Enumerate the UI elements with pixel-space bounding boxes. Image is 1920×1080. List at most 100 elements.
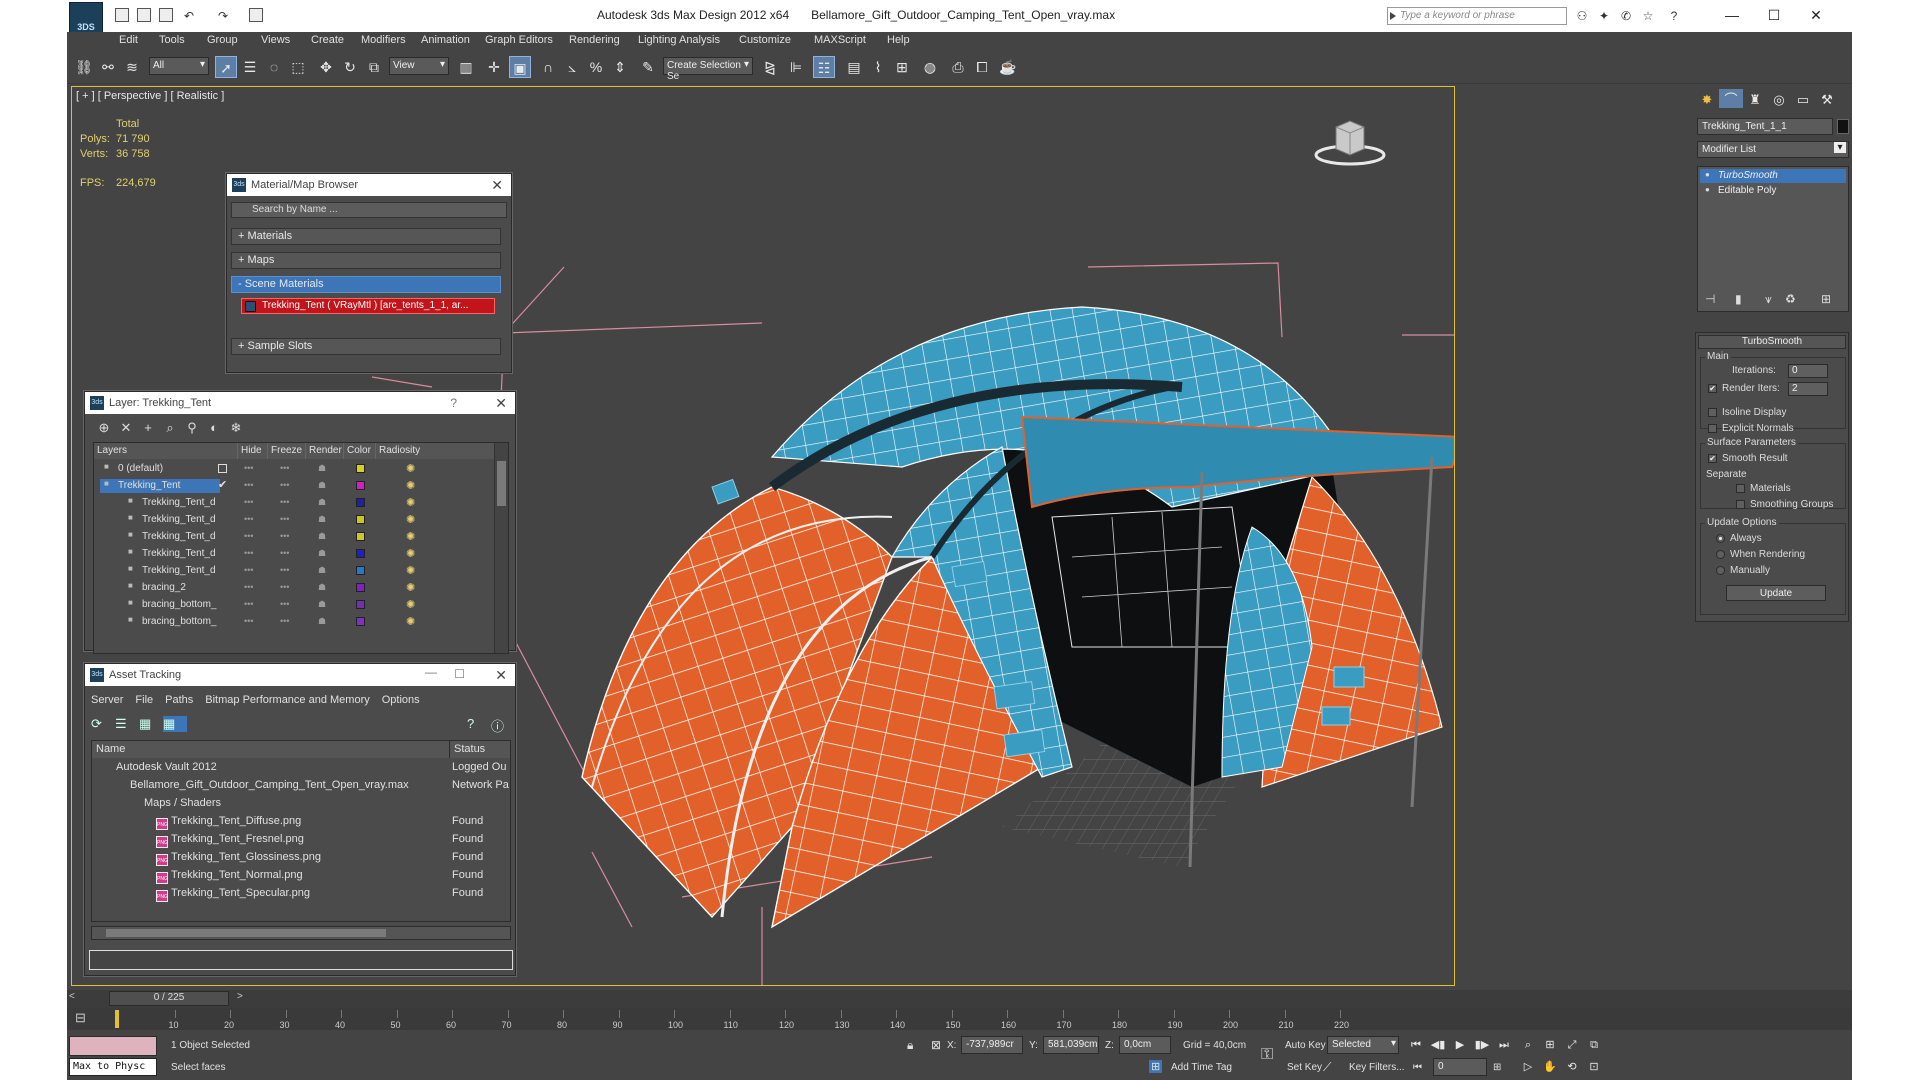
asset-tracking-titlebar[interactable]: 3ds Asset Tracking — ☐ ✕ xyxy=(85,664,515,686)
graphite-ribbon-icon[interactable]: ▤ xyxy=(843,56,865,78)
layer-row[interactable]: bracing_bottom_••••••☗✺ xyxy=(94,614,494,631)
update-rendering-radio[interactable] xyxy=(1716,550,1725,559)
freeze-all-layers-icon[interactable]: ❄ xyxy=(225,420,247,436)
menu-modifiers[interactable]: Modifiers xyxy=(361,34,406,46)
default-tangent-icon[interactable]: ⟋ xyxy=(1323,1060,1331,1075)
asset-hscrollbar[interactable] xyxy=(91,926,511,940)
display-tab-icon[interactable]: ▭ xyxy=(1791,92,1815,108)
layer-row[interactable]: 0 (default)••••••☗✺ xyxy=(94,461,494,478)
modify-tab-icon[interactable]: ⌒ xyxy=(1719,89,1743,108)
pivot-center-icon[interactable]: ▥ xyxy=(455,56,477,78)
active-layer-checkbox[interactable] xyxy=(218,464,227,473)
object-name-field[interactable]: Trekking_Tent_1_1 xyxy=(1697,118,1833,135)
current-frame-field[interactable]: 0 xyxy=(1433,1058,1487,1076)
select-in-layer-icon[interactable]: ⌕ xyxy=(159,420,181,436)
zoom-extents-all-icon[interactable]: ⧉ xyxy=(1585,1036,1603,1054)
isoline-checkbox[interactable] xyxy=(1708,408,1717,417)
rollout-sample-slots[interactable]: + Sample Slots xyxy=(231,338,501,355)
asset-menu-options[interactable]: Options xyxy=(382,694,420,706)
col-radiosity[interactable]: Radiosity xyxy=(376,443,496,459)
layer-manager-icon[interactable]: ☷ xyxy=(813,56,835,78)
rollout-maps[interactable]: + Maps xyxy=(231,252,501,269)
auto-key-button[interactable]: Auto Key xyxy=(1285,1040,1326,1051)
active-layer-check-icon[interactable]: ✔ xyxy=(218,478,227,491)
undo-icon[interactable]: ↶ xyxy=(181,9,197,23)
previous-frame-icon[interactable]: ◀▮ xyxy=(1429,1036,1447,1054)
y-coordinate-field[interactable]: 581,039cm xyxy=(1043,1036,1099,1054)
explicit-normals-checkbox[interactable] xyxy=(1708,424,1717,433)
time-prev-icon[interactable]: < xyxy=(69,991,75,1002)
absolute-mode-icon[interactable]: ⊠ xyxy=(931,1038,941,1052)
menu-create[interactable]: Create xyxy=(311,34,344,46)
binoculars-icon[interactable]: ⚇ xyxy=(1574,9,1590,23)
layer-row[interactable]: Trekking_Tent_d••••••☗✺ xyxy=(94,495,494,512)
asset-path-field[interactable] xyxy=(89,950,513,970)
menu-lighting-analysis[interactable]: Lighting Analysis xyxy=(638,34,720,46)
layer-row[interactable]: Trekking_Tent_d••••••☗✺ xyxy=(94,563,494,580)
asset-info-icon[interactable]: ⓘ xyxy=(491,716,515,735)
time-slider-track[interactable]: < 0 / 225 > xyxy=(67,990,1852,1008)
field-of-view-icon[interactable]: ▷ xyxy=(1519,1058,1537,1076)
viewport-label[interactable]: [ + ] [ Perspective ] [ Realistic ] xyxy=(76,90,224,102)
modifier-list-dropdown[interactable]: Modifier List ▾ xyxy=(1697,141,1849,158)
layer-scrollbar-thumb[interactable] xyxy=(497,461,506,506)
asset-row[interactable]: PNG Trekking_Tent_Specular.png Found xyxy=(92,885,510,903)
project-folder-icon[interactable] xyxy=(249,8,263,22)
layer-color-swatch[interactable] xyxy=(356,583,365,592)
turbosmooth-rollout-header[interactable]: TurboSmooth xyxy=(1698,335,1846,349)
play-icon[interactable]: ▶ xyxy=(1451,1036,1469,1054)
layer-help-icon[interactable]: ? xyxy=(450,396,457,410)
layer-color-swatch[interactable] xyxy=(356,549,365,558)
asset-row[interactable]: PNG Trekking_Tent_Fresnel.png Found xyxy=(92,831,510,849)
separate-smoothing-checkbox[interactable] xyxy=(1736,500,1745,509)
layer-row[interactable]: Trekking_Tent_d••••••☗✺ xyxy=(94,529,494,546)
col-color[interactable]: Color xyxy=(344,443,376,459)
scene-material-item[interactable]: Trekking_Tent ( VRayMtl ) [arc_tents_1_1… xyxy=(241,298,495,314)
go-to-end-icon[interactable]: ⏭ xyxy=(1495,1036,1513,1054)
open-file-icon[interactable] xyxy=(137,8,151,22)
set-key-button[interactable]: Set Key xyxy=(1287,1062,1322,1073)
asset-menu-server[interactable]: Server xyxy=(91,694,123,706)
add-time-tag[interactable]: Add Time Tag xyxy=(1171,1062,1232,1073)
communication-icon[interactable]: ✆ xyxy=(1618,9,1634,23)
asset-row[interactable]: Autodesk Vault 2012 Logged Ou xyxy=(92,759,510,777)
select-object-icon[interactable]: ➚ xyxy=(215,56,237,78)
asset-menu-paths[interactable]: Paths xyxy=(165,694,193,706)
redo-icon[interactable]: ↷ xyxy=(215,9,231,23)
menu-graph-editors[interactable]: Graph Editors xyxy=(485,34,553,46)
x-coordinate-field[interactable]: -737,989cr xyxy=(961,1036,1023,1054)
save-file-icon[interactable] xyxy=(159,8,173,22)
asset-help-icon[interactable]: ? xyxy=(467,716,491,731)
layer-color-swatch[interactable] xyxy=(356,617,365,626)
material-browser-titlebar[interactable]: 3ds Material/Map Browser ✕ xyxy=(227,174,511,196)
maximize-viewport-icon[interactable]: ⊡ xyxy=(1585,1058,1603,1076)
select-and-move-icon[interactable]: ✥ xyxy=(315,56,337,78)
minimize-button[interactable]: — xyxy=(1712,4,1752,26)
menu-tools[interactable]: Tools xyxy=(159,34,185,46)
zoom-icon[interactable]: ⌕ xyxy=(1519,1036,1537,1054)
maximize-button[interactable]: ☐ xyxy=(1754,4,1794,26)
layer-color-swatch[interactable] xyxy=(356,498,365,507)
utilities-tab-icon[interactable]: ⚒ xyxy=(1815,92,1839,108)
separate-materials-checkbox[interactable] xyxy=(1736,484,1745,493)
render-production-icon[interactable]: ☕ xyxy=(997,56,1019,78)
layer-color-swatch[interactable] xyxy=(356,532,365,541)
angle-snap-icon[interactable]: ⦣ xyxy=(561,56,583,78)
key-selection-dropdown[interactable]: Selected ▾ xyxy=(1327,1036,1399,1054)
col-freeze[interactable]: Freeze xyxy=(268,443,306,459)
col-name[interactable]: Name xyxy=(92,741,450,758)
reference-coordinate-dropdown[interactable]: View xyxy=(389,57,449,75)
align-icon[interactable]: ⊫ xyxy=(785,56,807,78)
show-end-result-icon[interactable]: ▮ xyxy=(1735,292,1742,306)
col-hide[interactable]: Hide xyxy=(238,443,268,459)
key-mode-icon[interactable]: ⏮ xyxy=(1413,1062,1422,1073)
rendered-frame-window-icon[interactable]: ⧠ xyxy=(971,56,993,78)
layer-row[interactable]: bracing_2••••••☗✺ xyxy=(94,580,494,597)
close-button[interactable]: ✕ xyxy=(1796,4,1836,26)
key-icon[interactable]: ⚿ xyxy=(1261,1046,1273,1064)
pin-stack-icon[interactable]: ⊣ xyxy=(1705,292,1715,306)
stack-item-editable-poly[interactable]: Editable Poly xyxy=(1700,184,1846,198)
material-browser-close-icon[interactable]: ✕ xyxy=(491,177,503,194)
bind-space-warp-icon[interactable]: ≋ xyxy=(121,56,143,78)
mirror-icon[interactable]: ⧎ xyxy=(759,56,781,78)
